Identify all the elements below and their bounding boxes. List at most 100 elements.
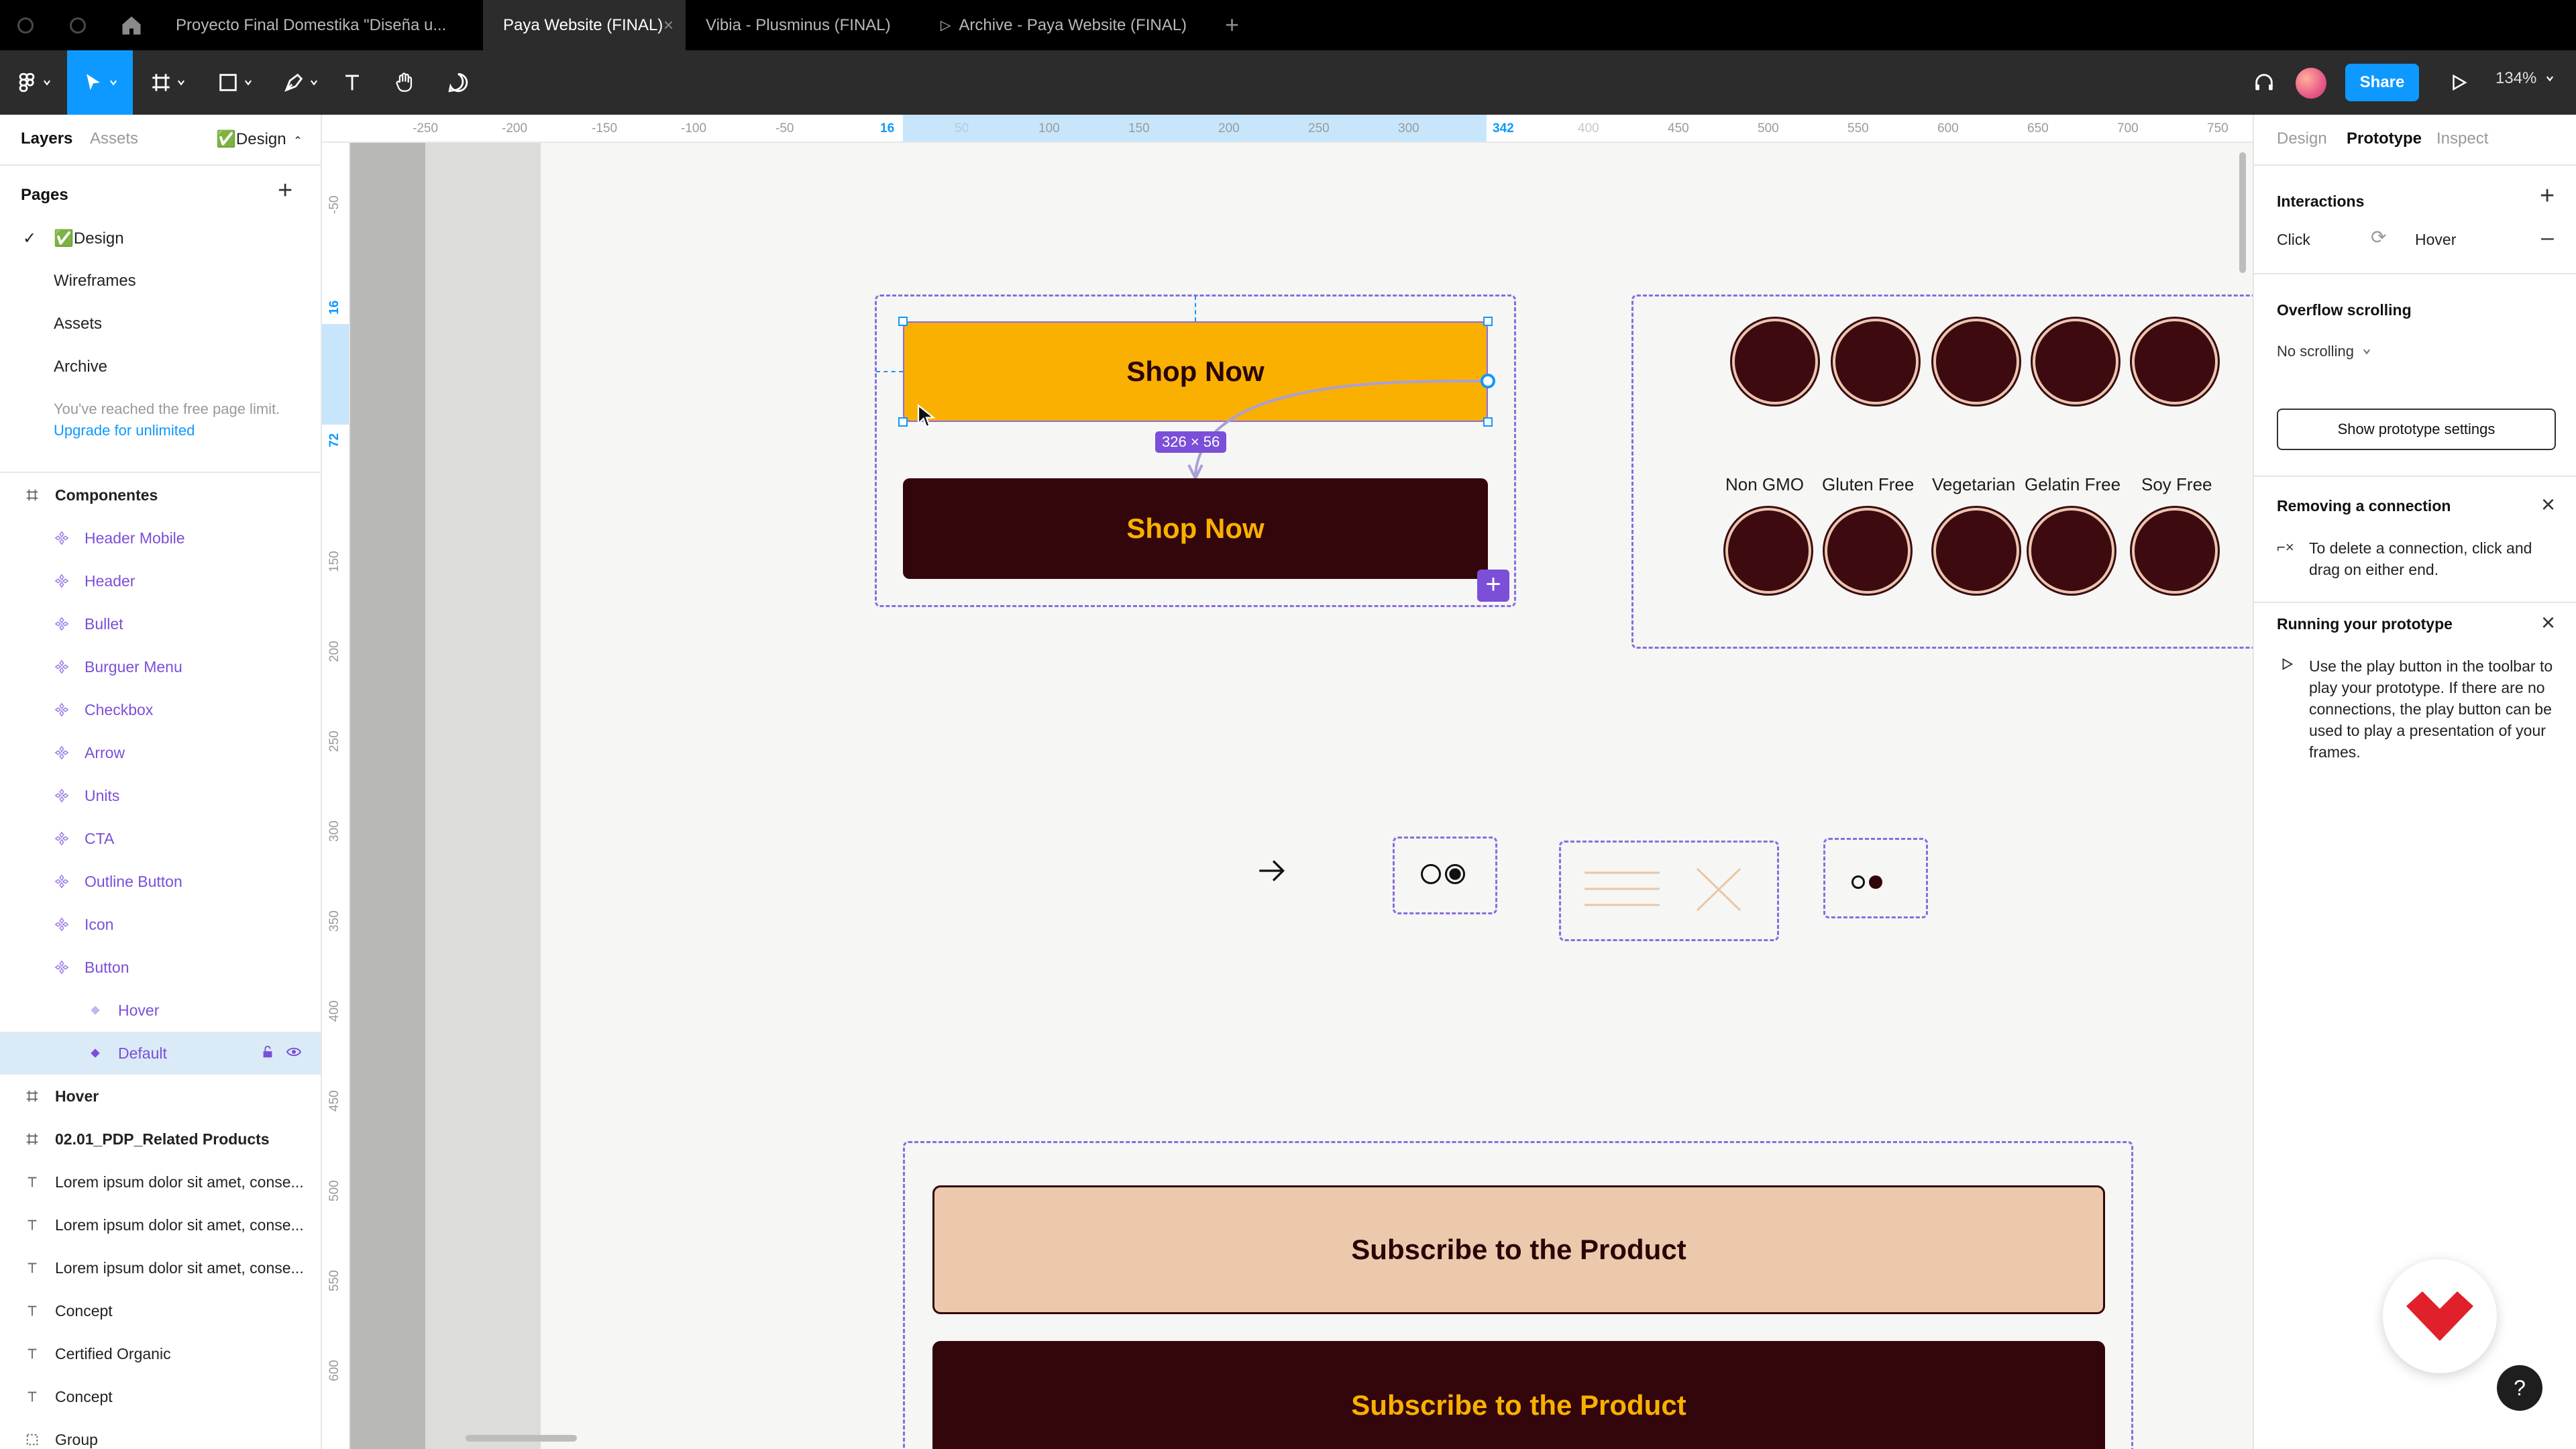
frame-icon: [19, 1089, 46, 1104]
toolbar: Share 134%: [0, 50, 2576, 115]
gelatin-free-outline-badge-icon[interactable]: [2029, 508, 2114, 594]
vegetarian-badge-icon[interactable]: [1933, 319, 2019, 405]
page-item-assets[interactable]: Assets: [0, 303, 321, 345]
lock-icon[interactable]: [260, 1044, 275, 1064]
non-gmo-outline-badge-icon[interactable]: [1725, 508, 1811, 594]
layer-component-outline-button[interactable]: Outline Button: [0, 860, 321, 903]
gluten-free-outline-badge-icon[interactable]: [1825, 508, 1911, 594]
layer-component-burguer-menu[interactable]: Burguer Menu: [0, 645, 321, 688]
soy-free-badge-icon[interactable]: [2132, 319, 2218, 405]
window-close-button[interactable]: [17, 17, 34, 34]
selection-handle[interactable]: [898, 417, 908, 427]
selection-handle[interactable]: [1483, 317, 1493, 326]
gluten-free-badge-icon[interactable]: [1833, 319, 1919, 405]
domestika-logo[interactable]: [2383, 1259, 2497, 1373]
add-page-button[interactable]: +: [278, 176, 292, 205]
design-canvas[interactable]: Shop Now 326 × 56 Shop Now + Non GMO Glu…: [350, 143, 2253, 1449]
selection-handle[interactable]: [898, 317, 908, 326]
layer-component-cta[interactable]: CTA: [0, 817, 321, 860]
zoom-dropdown[interactable]: 134%: [2496, 69, 2555, 88]
page-item-design[interactable]: ✓ ✅Design: [0, 217, 321, 260]
frame-tool-button[interactable]: [141, 50, 195, 115]
subscribe-button-light[interactable]: Subscribe to the Product: [932, 1185, 2105, 1314]
tab-inspect[interactable]: Inspect: [2436, 129, 2488, 148]
layer-label: Checkbox: [85, 700, 154, 718]
layer-frame-hover[interactable]: Hover: [0, 1075, 321, 1118]
vertical-scrollbar[interactable]: [2239, 152, 2246, 273]
comment-tool-button[interactable]: [441, 50, 475, 115]
gelatin-free-badge-icon[interactable]: [2033, 319, 2118, 405]
close-x-icon: [1696, 867, 1741, 912]
interaction-row[interactable]: Click ⟳ Hover –: [2254, 222, 2576, 256]
layer-text-lorem-2[interactable]: Lorem ipsum dolor sit amet, conse...: [0, 1203, 321, 1246]
close-icon[interactable]: ×: [2541, 608, 2555, 637]
page-item-wireframes[interactable]: Wireframes: [0, 260, 321, 303]
layer-label: Componentes: [55, 486, 158, 504]
layer-variant-hover[interactable]: Hover: [0, 989, 321, 1032]
layer-text-concept-2[interactable]: Concept: [0, 1375, 321, 1418]
tab-assets[interactable]: Assets: [90, 129, 138, 148]
layer-component-button[interactable]: Button: [0, 946, 321, 989]
new-tab-button[interactable]: +: [1225, 11, 1239, 39]
tab-paya-website[interactable]: Paya Website (FINAL) ×: [483, 0, 686, 50]
text-tool-button[interactable]: [335, 50, 369, 115]
layer-component-checkbox[interactable]: Checkbox: [0, 688, 321, 731]
layer-text-concept[interactable]: Concept: [0, 1289, 321, 1332]
eye-icon[interactable]: [284, 1044, 303, 1064]
layer-text-lorem-1[interactable]: Lorem ipsum dolor sit amet, conse...: [0, 1161, 321, 1203]
soy-free-outline-badge-icon[interactable]: [2132, 508, 2218, 594]
tab-vibia[interactable]: Vibia - Plusminus (FINAL): [686, 0, 920, 50]
subscribe-button-dark[interactable]: Subscribe to the Product: [932, 1341, 2105, 1449]
layer-frame-pdp-related[interactable]: 02.01_PDP_Related Products: [0, 1118, 321, 1161]
prototype-settings-button[interactable]: Show prototype settings: [2277, 409, 2556, 450]
tab-prototype[interactable]: Prototype: [2347, 129, 2422, 148]
shop-now-button-hover[interactable]: Shop Now: [903, 478, 1488, 579]
layer-component-icon[interactable]: Icon: [0, 903, 321, 946]
layer-text-lorem-3[interactable]: Lorem ipsum dolor sit amet, conse...: [0, 1246, 321, 1289]
layer-text-certified-organic[interactable]: Certified Organic: [0, 1332, 321, 1375]
component-icon: [48, 745, 75, 760]
hand-tool-button[interactable]: [388, 50, 421, 115]
layer-component-bullet[interactable]: Bullet: [0, 602, 321, 645]
share-button[interactable]: Share: [2345, 64, 2419, 101]
zoom-value: 134%: [2496, 69, 2537, 87]
page-switcher[interactable]: ✅Design ⌃: [216, 129, 303, 149]
vegetarian-outline-badge-icon[interactable]: [1933, 508, 2019, 594]
help-button[interactable]: ?: [2497, 1365, 2542, 1411]
audio-button[interactable]: [2247, 50, 2281, 115]
main-menu-button[interactable]: [0, 50, 67, 115]
page-item-archive[interactable]: Archive: [0, 345, 321, 388]
layer-component-header-mobile[interactable]: Header Mobile: [0, 517, 321, 559]
tab-design[interactable]: Design: [2277, 129, 2327, 148]
layer-component-header[interactable]: Header: [0, 559, 321, 602]
upgrade-link[interactable]: Upgrade for unlimited: [54, 422, 195, 439]
arrow-right-icon[interactable]: [1253, 854, 1291, 888]
move-tool-button[interactable]: [67, 50, 133, 115]
component-icon: [48, 616, 75, 631]
remove-interaction-button[interactable]: –: [2541, 225, 2554, 251]
tab-archive[interactable]: ▷ Archive - Paya Website (FINAL): [920, 0, 1209, 50]
home-icon[interactable]: [119, 13, 144, 41]
non-gmo-badge-icon[interactable]: [1732, 319, 1818, 405]
avatar[interactable]: [2296, 68, 2326, 99]
horizontal-scrollbar[interactable]: [466, 1435, 577, 1442]
add-interaction-button[interactable]: +: [2540, 182, 2555, 211]
layer-frame-componentes[interactable]: Componentes: [0, 474, 321, 517]
layer-component-units[interactable]: Units: [0, 774, 321, 817]
frame-icon: [19, 488, 46, 502]
prototype-connection[interactable]: [1175, 358, 1511, 492]
close-icon[interactable]: ×: [2541, 490, 2555, 519]
window-minimize-button[interactable]: [70, 17, 86, 34]
layer-group[interactable]: Group: [0, 1418, 321, 1449]
tab-proyecto-final[interactable]: Proyecto Final Domestika "Diseña u...: [156, 0, 483, 50]
layer-variant-default[interactable]: Default: [0, 1032, 321, 1075]
close-icon[interactable]: ×: [663, 15, 674, 36]
overflow-dropdown[interactable]: No scrolling: [2277, 343, 2371, 360]
add-variant-button[interactable]: +: [1477, 570, 1509, 602]
tab-label: Vibia - Plusminus (FINAL): [706, 15, 891, 34]
pen-tool-button[interactable]: [274, 50, 327, 115]
layer-component-arrow[interactable]: Arrow: [0, 731, 321, 774]
tab-layers[interactable]: Layers: [21, 129, 72, 148]
shape-tool-button[interactable]: [208, 50, 262, 115]
present-button[interactable]: [2442, 50, 2475, 115]
